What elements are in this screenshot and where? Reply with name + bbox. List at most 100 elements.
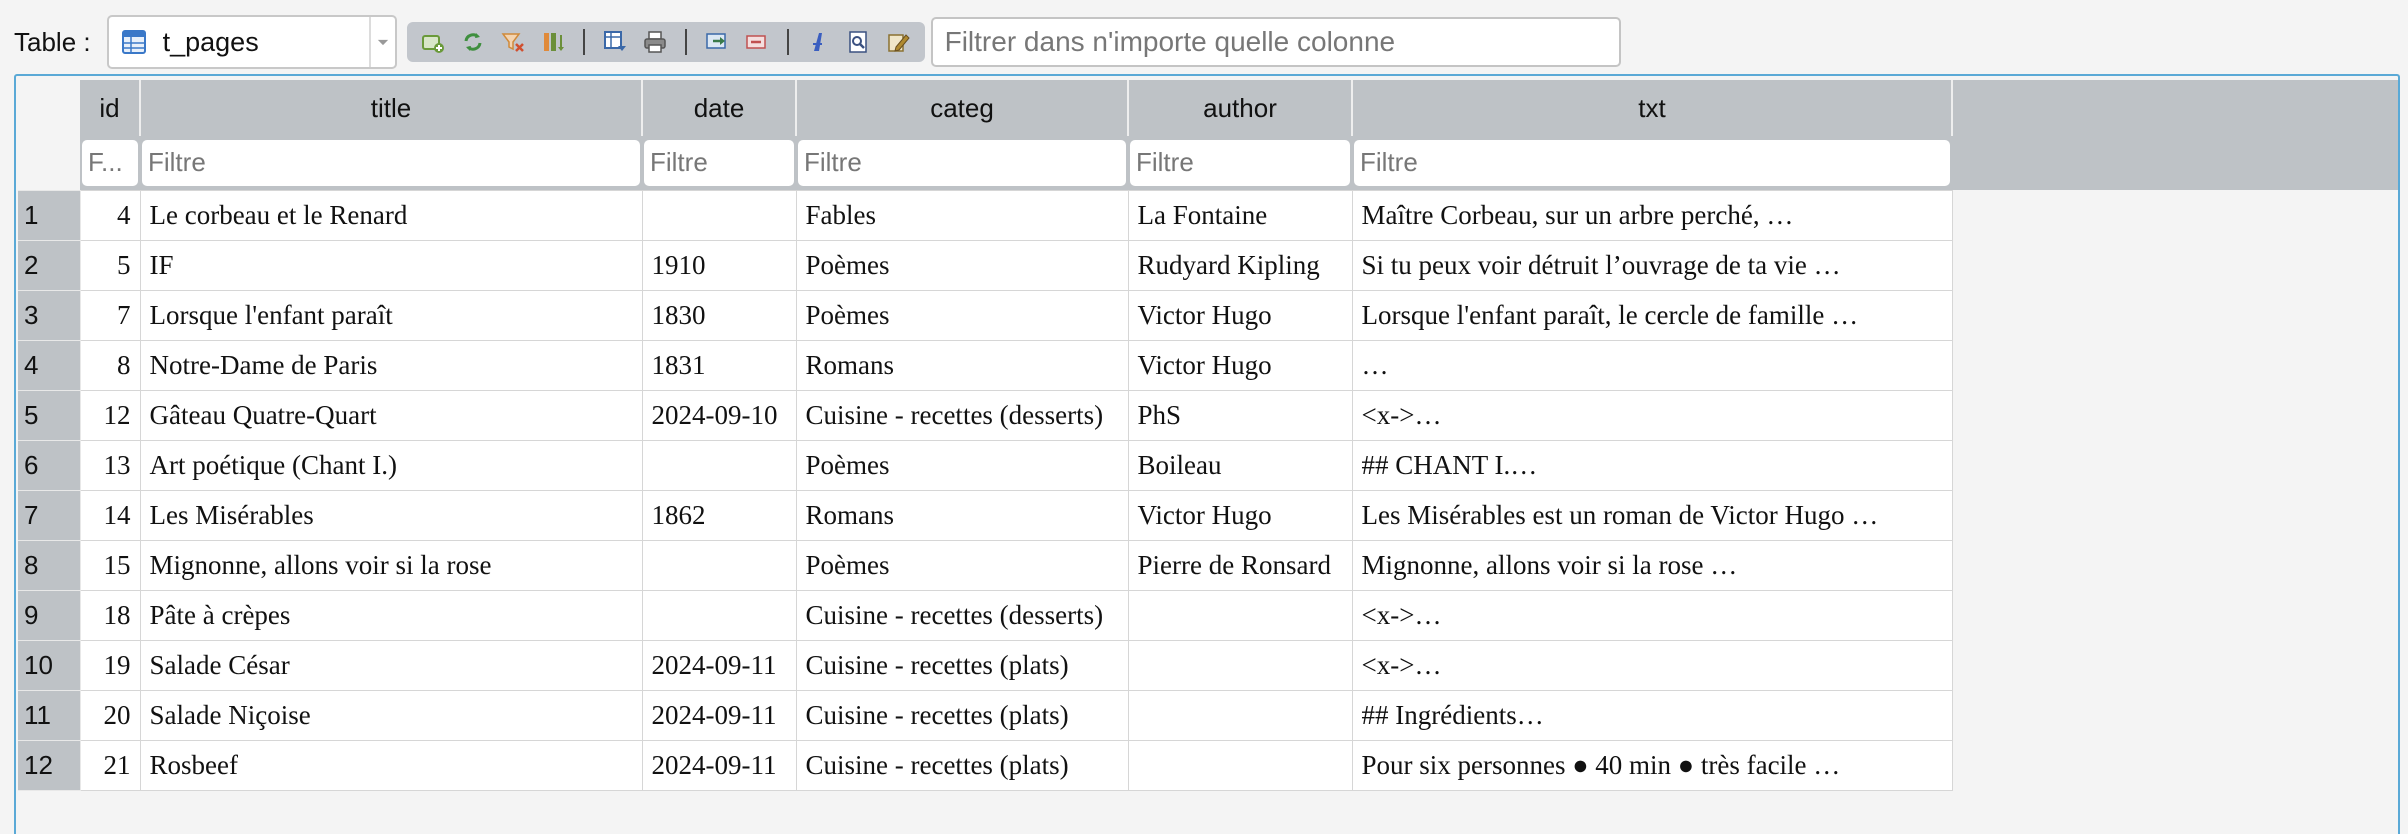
add-record-icon[interactable] xyxy=(413,24,453,60)
table-row[interactable]: 3 7 Lorsque l'enfant paraît 1830 Poèmes … xyxy=(18,289,1953,341)
table-row[interactable]: 5 12 Gâteau Quatre-Quart 2024-09-10 Cuis… xyxy=(18,389,1953,441)
cell-txt[interactable]: <x->… xyxy=(1351,639,1953,691)
cell-title[interactable]: Art poétique (Chant I.) xyxy=(139,439,643,491)
cell-txt[interactable]: Maître Corbeau, sur un arbre perché, … xyxy=(1351,189,1953,241)
column-header-categ[interactable]: categ xyxy=(796,80,1129,136)
cell-author[interactable] xyxy=(1127,739,1353,791)
cell-author[interactable] xyxy=(1127,639,1353,691)
column-header-id[interactable]: id xyxy=(80,80,141,136)
filter-input-id[interactable] xyxy=(82,139,138,186)
table-row[interactable]: 6 13 Art poétique (Chant I.) Poèmes Boil… xyxy=(18,439,1953,491)
cell-categ[interactable]: Cuisine - recettes (desserts) xyxy=(795,589,1129,641)
filter-input-title[interactable] xyxy=(142,139,640,186)
export-sheet-icon[interactable] xyxy=(595,24,635,60)
filter-input-txt[interactable] xyxy=(1354,139,1950,186)
cell-categ[interactable]: Poèmes xyxy=(795,439,1129,491)
cell-author[interactable]: Pierre de Ronsard xyxy=(1127,539,1353,591)
row-number[interactable]: 9 xyxy=(18,589,81,641)
row-number[interactable]: 2 xyxy=(18,239,81,291)
cell-title[interactable]: Notre-Dame de Paris xyxy=(139,339,643,391)
cell-title[interactable]: Lorsque l'enfant paraît xyxy=(139,289,643,341)
cell-title[interactable]: Salade Niçoise xyxy=(139,689,643,741)
cell-author[interactable]: Rudyard Kipling xyxy=(1127,239,1353,291)
table-row[interactable]: 1 4 Le corbeau et le Renard Fables La Fo… xyxy=(18,189,1953,241)
cell-categ[interactable]: Cuisine - recettes (plats) xyxy=(795,639,1129,691)
cell-id[interactable]: 18 xyxy=(79,589,141,641)
cell-title[interactable]: Gâteau Quatre-Quart xyxy=(139,389,643,441)
clear-filters-icon[interactable] xyxy=(493,24,533,60)
sort-columns-icon[interactable] xyxy=(533,24,573,60)
filter-input-date[interactable] xyxy=(644,139,794,186)
cell-date[interactable] xyxy=(641,439,797,491)
table-row[interactable]: 10 19 Salade César 2024-09-11 Cuisine - … xyxy=(18,639,1953,691)
cell-id[interactable]: 20 xyxy=(79,689,141,741)
cell-author[interactable]: PhS xyxy=(1127,389,1353,441)
cell-author[interactable]: La Fontaine xyxy=(1127,189,1353,241)
cell-date[interactable]: 1830 xyxy=(641,289,797,341)
cell-categ[interactable]: Poèmes xyxy=(795,539,1129,591)
cell-date[interactable]: 1910 xyxy=(641,239,797,291)
column-header-author[interactable]: author xyxy=(1128,80,1353,136)
refresh-icon[interactable] xyxy=(453,24,493,60)
table-row[interactable]: 9 18 Pâte à crèpes Cuisine - recettes (d… xyxy=(18,589,1953,641)
delete-record-icon[interactable] xyxy=(737,24,777,60)
row-number[interactable]: 12 xyxy=(18,739,81,791)
cell-id[interactable]: 13 xyxy=(79,439,141,491)
cell-date[interactable]: 2024-09-11 xyxy=(641,639,797,691)
cell-date[interactable]: 2024-09-10 xyxy=(641,389,797,441)
cell-id[interactable]: 12 xyxy=(79,389,141,441)
row-number[interactable]: 3 xyxy=(18,289,81,341)
cell-id[interactable]: 5 xyxy=(79,239,141,291)
row-number[interactable]: 6 xyxy=(18,439,81,491)
global-filter-input[interactable] xyxy=(930,17,1621,67)
cell-categ[interactable]: Poèmes xyxy=(795,239,1129,291)
cell-txt[interactable]: Les Misérables est un roman de Victor Hu… xyxy=(1351,489,1953,541)
cell-date[interactable] xyxy=(641,539,797,591)
cell-title[interactable]: Mignonne, allons voir si la rose xyxy=(139,539,643,591)
cell-date[interactable]: 1862 xyxy=(641,489,797,541)
chevron-down-icon[interactable] xyxy=(368,17,395,67)
cell-txt[interactable]: ## CHANT I.… xyxy=(1351,439,1953,491)
cell-id[interactable]: 14 xyxy=(79,489,141,541)
cell-txt[interactable]: ## Ingrédients… xyxy=(1351,689,1953,741)
row-number[interactable]: 5 xyxy=(18,389,81,441)
cell-categ[interactable]: Romans xyxy=(795,339,1129,391)
cell-id[interactable]: 19 xyxy=(79,639,141,691)
column-header-txt[interactable]: txt xyxy=(1352,80,1953,136)
cell-date[interactable]: 2024-09-11 xyxy=(641,689,797,741)
cell-txt[interactable]: Pour six personnes ● 40 min ● très facil… xyxy=(1351,739,1953,791)
row-number[interactable]: 1 xyxy=(18,189,81,241)
cell-title[interactable]: Pâte à crèpes xyxy=(139,589,643,641)
cell-title[interactable]: IF xyxy=(139,239,643,291)
cell-txt[interactable]: <x->… xyxy=(1351,589,1953,641)
import-icon[interactable] xyxy=(697,24,737,60)
cell-author[interactable]: Boileau xyxy=(1127,439,1353,491)
cell-categ[interactable]: Cuisine - recettes (desserts) xyxy=(795,389,1129,441)
cell-id[interactable]: 4 xyxy=(79,189,141,241)
cell-id[interactable]: 21 xyxy=(79,739,141,791)
table-row[interactable]: 11 20 Salade Niçoise 2024-09-11 Cuisine … xyxy=(18,689,1953,741)
table-row[interactable]: 4 8 Notre-Dame de Paris 1831 Romans Vict… xyxy=(18,339,1953,391)
cell-author[interactable]: Victor Hugo xyxy=(1127,289,1353,341)
table-row[interactable]: 8 15 Mignonne, allons voir si la rose Po… xyxy=(18,539,1953,591)
cell-txt[interactable]: … xyxy=(1351,339,1953,391)
cell-title[interactable]: Les Misérables xyxy=(139,489,643,541)
cell-txt[interactable]: <x->… xyxy=(1351,389,1953,441)
cell-categ[interactable]: Cuisine - recettes (plats) xyxy=(795,689,1129,741)
cell-id[interactable]: 7 xyxy=(79,289,141,341)
row-number[interactable]: 8 xyxy=(18,539,81,591)
cell-categ[interactable]: Fables xyxy=(795,189,1129,241)
cell-date[interactable] xyxy=(641,589,797,641)
print-icon[interactable] xyxy=(635,24,675,60)
cell-title[interactable]: Rosbeef xyxy=(139,739,643,791)
cell-id[interactable]: 8 xyxy=(79,339,141,391)
row-number[interactable]: 11 xyxy=(18,689,81,741)
row-number[interactable]: 10 xyxy=(18,639,81,691)
column-header-title[interactable]: title xyxy=(140,80,643,136)
cell-txt[interactable]: Mignonne, allons voir si la rose … xyxy=(1351,539,1953,591)
cell-title[interactable]: Salade César xyxy=(139,639,643,691)
row-number[interactable]: 7 xyxy=(18,489,81,541)
table-row[interactable]: 2 5 IF 1910 Poèmes Rudyard Kipling Si tu… xyxy=(18,239,1953,291)
cell-date[interactable]: 2024-09-11 xyxy=(641,739,797,791)
cell-txt[interactable]: Si tu peux voir détruit l’ouvrage de ta … xyxy=(1351,239,1953,291)
